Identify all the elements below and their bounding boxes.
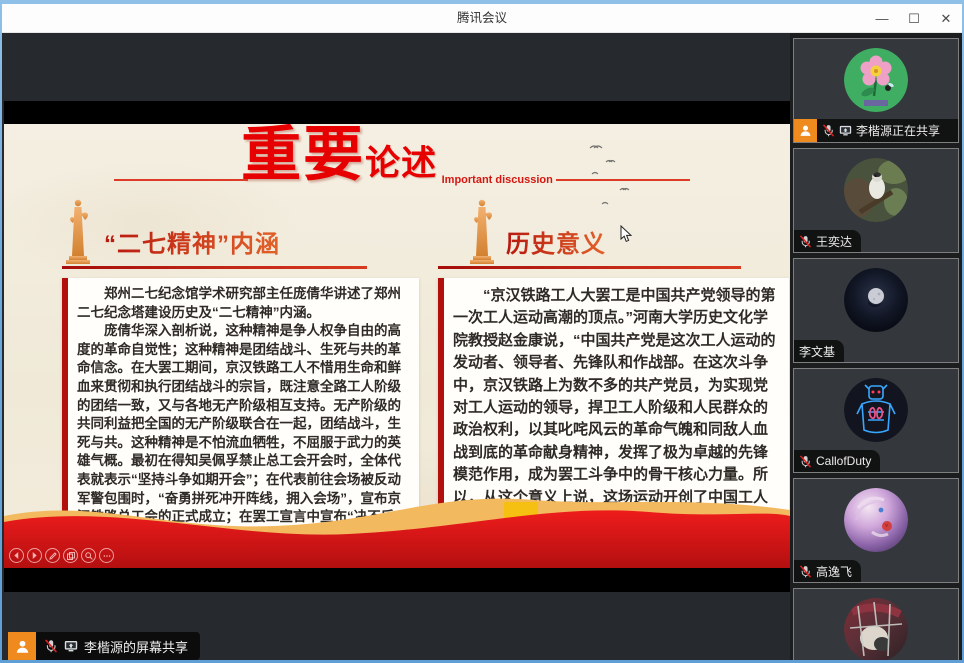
next-slide-icon[interactable] (27, 548, 42, 563)
participant-tile[interactable]: 李楷源正在共享 (793, 38, 959, 143)
participant-status-bar: 李楷源正在共享 (794, 119, 958, 142)
title-decor-line-left (114, 179, 248, 181)
participant-name: 王奕达 (816, 233, 852, 250)
slideshow-toolbar (9, 548, 114, 563)
mic-muted-icon (822, 124, 835, 137)
avatar-neon-robot-art (844, 378, 908, 442)
slide-title-main: 重要 (241, 124, 365, 188)
participant-status-bar: 李文基 (794, 340, 844, 362)
presentation-slide: 重要论述 Important discussion (4, 124, 790, 568)
right-paragraph-1: “京汉铁路工人大罢工是中国共产党领导的第一次工人运动高潮的顶点。”河南大学历史文… (453, 285, 780, 531)
mic-muted-icon (799, 455, 812, 468)
participant-tile[interactable]: 高逸飞 (793, 478, 959, 583)
pen-icon[interactable] (45, 548, 60, 563)
participant-status-bar: 高逸飞 (794, 560, 861, 582)
right-heading-underline (438, 266, 741, 269)
participant-tile[interactable]: 王奕达 (793, 148, 959, 253)
right-text-box: “京汉铁路工人大罢工是中国共产党领导的第一次工人运动高潮的顶点。”河南大学历史文… (438, 278, 789, 530)
window-title: 腾讯会议 (2, 4, 962, 33)
participant-name: 李楷源正在共享 (856, 122, 940, 139)
slide-title: 重要论述 Important discussion (4, 124, 790, 186)
window-controls: — ☐ ✕ (866, 4, 962, 33)
mic-muted-icon (44, 639, 58, 653)
screen-share-icon (839, 125, 852, 136)
erqi-tower-icon (462, 194, 502, 270)
share-banner-label: 李楷源的屏幕共享 (84, 637, 188, 656)
participant-status-bar: CallofDuty (794, 450, 880, 472)
mic-muted-icon (799, 235, 812, 248)
avatar-bird-photo (844, 158, 908, 222)
participants-sidebar: 李楷源正在共享 (790, 33, 962, 660)
tencent-meeting-window: 腾讯会议 — ☐ ✕ 重要论述 Important discussion (2, 4, 962, 660)
close-button[interactable]: ✕ (930, 4, 962, 33)
host-badge (794, 119, 817, 142)
minimize-button[interactable]: — (866, 4, 898, 33)
right-column-heading: 历史意义 (506, 224, 606, 259)
avatar-moon-photo (844, 268, 908, 332)
avatar-anime-character (844, 488, 908, 552)
screen-share-icon (64, 640, 78, 652)
person-icon (799, 124, 812, 137)
participant-tile[interactable]: 李文基 (793, 258, 959, 363)
person-icon (15, 639, 30, 654)
host-badge (8, 632, 36, 660)
birds-decoration (562, 138, 672, 228)
maximize-button[interactable]: ☐ (898, 4, 930, 33)
participant-status-bar: 王奕达 (794, 230, 861, 252)
participant-tile[interactable]: 0104范泽仓 (793, 588, 959, 660)
red-wave-footer (4, 496, 790, 568)
erqi-tower-icon (58, 194, 98, 270)
left-heading-underline (62, 266, 367, 269)
zoom-icon[interactable] (81, 548, 96, 563)
previous-slide-icon[interactable] (9, 548, 24, 563)
avatar-flower-and-bee (844, 48, 908, 112)
slide-title-sub: 论述 (365, 144, 437, 183)
participant-tile[interactable]: CallofDuty (793, 368, 959, 473)
participant-name: 高逸飞 (816, 563, 852, 580)
see-all-slides-icon[interactable] (63, 548, 78, 563)
avatar-cat-photo (844, 598, 908, 660)
slide-title-english: Important discussion (442, 174, 553, 186)
mic-muted-icon (799, 565, 812, 578)
shared-screen-stage: 重要论述 Important discussion (2, 33, 790, 660)
participant-name: CallofDuty (816, 454, 871, 468)
mouse-cursor (620, 225, 633, 243)
participant-name: 李文基 (799, 343, 835, 360)
window-titlebar: 腾讯会议 — ☐ ✕ (2, 4, 962, 33)
left-paragraph-1: 郑州二七纪念馆学术研究部主任庞倩华讲述了郑州二七纪念塔建设历史及“二七精神”内涵… (77, 285, 410, 322)
more-options-icon[interactable] (99, 548, 114, 563)
screen-share-banner: 李楷源的屏幕共享 (8, 632, 200, 660)
left-column-heading: “二七精神”内涵 (104, 224, 280, 259)
